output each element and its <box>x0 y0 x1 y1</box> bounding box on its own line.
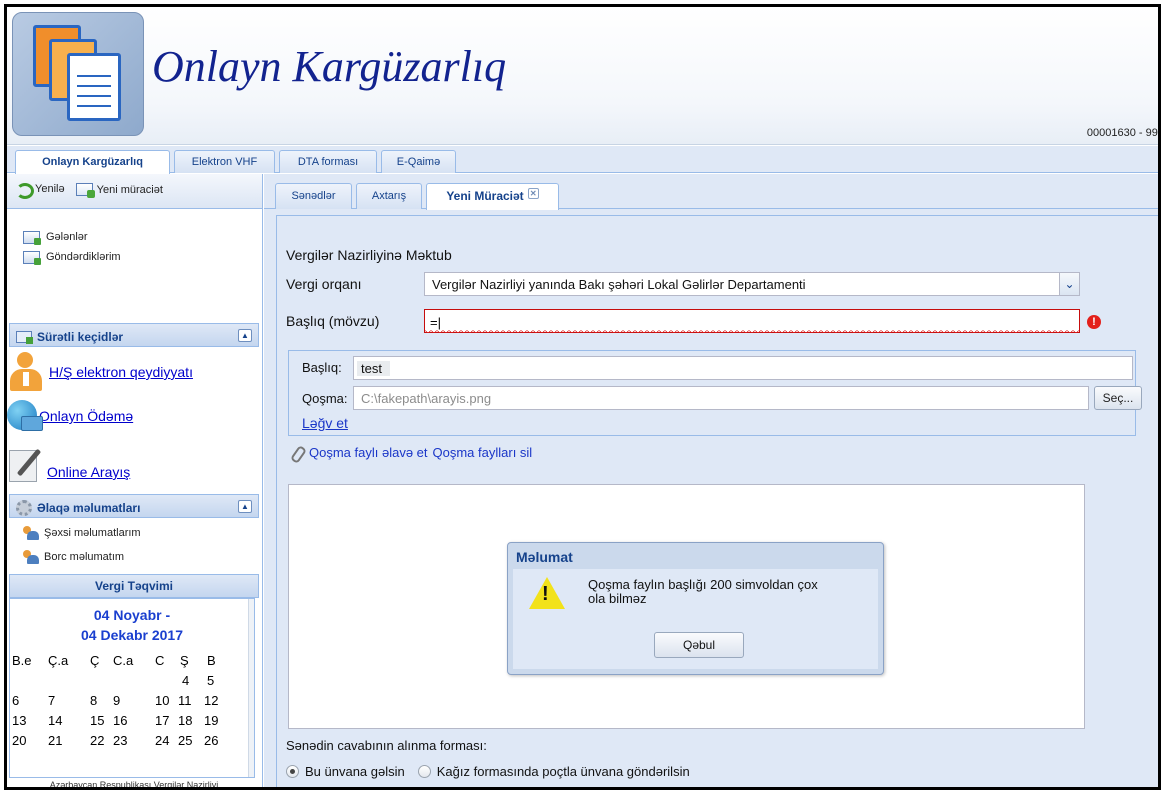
app-header: Onlayn Kargüzarlıq 00001630 - 990 <box>7 7 1161 145</box>
quick-links-header[interactable]: Sürətli keçidlər ▲ <box>9 323 259 347</box>
chevron-down-icon[interactable]: ⌄ <box>1059 273 1079 295</box>
tax-calendar-header: Vergi Təqvimi <box>9 574 259 598</box>
ok-button[interactable]: Qəbul <box>654 632 744 658</box>
sent-icon <box>23 250 41 265</box>
tab-axtaris[interactable]: Axtarış <box>356 183 422 209</box>
calendar-scrollbar[interactable] <box>248 599 254 777</box>
attachment-box: Başlıq: test Qoşma: C:\fakepath\arayis.p… <box>288 350 1142 436</box>
inbox-icon <box>23 230 41 245</box>
subject-input[interactable]: =| <box>424 309 1080 333</box>
contact-personal-info[interactable]: Şəxsi məlumatlarım <box>23 526 141 540</box>
reply-form-label: Sənədin cavabının alınma forması: <box>286 738 487 753</box>
attachment-title-field[interactable]: test <box>353 356 1133 380</box>
info-dialog: Məlumat ! Qoşma faylın başlığı 200 simvo… <box>507 542 884 675</box>
main-area: Sənədlər Axtarış Yeni Müraciət ✕ Vergilər… <box>264 174 1158 787</box>
app-window: Onlayn Kargüzarlıq 00001630 - 990 Onlayn… <box>4 4 1161 790</box>
folder-inbox[interactable]: Gələnlər <box>23 227 262 247</box>
new-mail-icon <box>75 183 95 198</box>
globe-card-icon <box>7 400 43 436</box>
dialog-title: Məlumat <box>516 549 573 565</box>
footer-note: Azərbaycan Respublikası Vergilər Nazirli… <box>49 780 219 790</box>
subject-label: Başlıq (mövzu) <box>286 313 380 329</box>
link-hs-registration[interactable]: H/Ş elektron qeydiyyatı <box>49 364 193 380</box>
dialog-body: ! Qoşma faylın başlığı 200 simvoldan çox… <box>513 569 878 669</box>
radio-postal-mail[interactable] <box>417 765 431 778</box>
calendar-week-2: 6 7 8 9 10 11 12 <box>12 693 219 708</box>
folder-sent[interactable]: Göndərdiklərim <box>23 247 262 267</box>
calendar-weekdays: B.e Ç.a Ç C.a C Ş B <box>12 653 216 668</box>
calendar-grid: B.e Ç.a Ç C.a C Ş B 4 5 6 7 8 9 10 11 12… <box>12 653 252 753</box>
attachment-file-label: Qoşma: <box>302 391 348 406</box>
calendar-week-1: 4 5 <box>182 673 215 688</box>
tax-office-label: Vergi orqanı <box>286 276 362 292</box>
cancel-attachment-link[interactable]: Ləğv et <box>302 415 348 431</box>
top-tab-bar: Onlayn Kargüzarlıq Elektron VHF DTA form… <box>7 146 1158 174</box>
new-request-button[interactable]: Yeni müraciət <box>75 183 163 198</box>
attachment-title-label: Başlıq: <box>302 360 342 375</box>
error-icon: ! <box>1087 315 1101 329</box>
calendar-range-end: 04 Dekabr 2017 <box>81 627 183 643</box>
tab-senedler[interactable]: Sənədlər <box>275 183 352 209</box>
collapse-contact-button[interactable]: ▲ <box>238 500 252 513</box>
pen-paper-icon <box>7 446 43 484</box>
tab-elektron-vhf[interactable]: Elektron VHF <box>174 150 275 173</box>
tax-office-select[interactable]: Vergilər Nazirliyi yanında Bakı şəhəri L… <box>424 272 1080 296</box>
dialog-message: Qoşma faylın başlığı 200 simvoldan çox o… <box>588 577 818 606</box>
user-id: 00001630 - 990 <box>1086 127 1161 139</box>
add-attachment-link[interactable]: Qoşma faylı əlavə et <box>309 445 428 460</box>
calendar-range-start: 04 Noyabr - <box>93 607 171 623</box>
attachment-file-field[interactable]: C:\fakepath\arayis.png <box>353 386 1089 410</box>
refresh-button[interactable]: Yenilə <box>15 182 65 199</box>
tab-yeni-muraciet[interactable]: Yeni Müraciət ✕ <box>426 183 559 210</box>
reply-options: Bu ünvana gəlsin Kağız formasında poçtla… <box>286 764 690 779</box>
shortcut-icon <box>16 331 33 344</box>
documents-logo-icon <box>12 12 144 136</box>
quick-link-registration: H/Ş elektron qeydiyyatı <box>7 352 193 392</box>
collapse-quick-links-button[interactable]: ▲ <box>238 329 252 342</box>
tab-dta-formasi[interactable]: DTA forması <box>279 150 377 173</box>
refresh-icon <box>15 182 34 199</box>
calendar-week-3: 13 14 15 16 17 18 19 <box>12 713 219 728</box>
left-panel: Yenilə Yeni müraciət Gələnlər Göndərdikl… <box>7 174 263 790</box>
quick-link-reference: Online Arayış <box>7 446 130 484</box>
message-editor[interactable]: Məlumat ! Qoşma faylın başlığı 200 simvo… <box>288 484 1085 729</box>
close-tab-icon[interactable]: ✕ <box>527 188 539 199</box>
users-icon <box>23 526 39 540</box>
users-icon <box>23 550 39 564</box>
sub-tab-bar: Sənədlər Axtarış Yeni Müraciət ✕ <box>264 174 1158 210</box>
radio-this-address[interactable] <box>286 765 299 778</box>
browse-button[interactable]: Seç... <box>1094 386 1142 410</box>
gear-icon <box>16 500 32 516</box>
tab-e-qaime[interactable]: E-Qaimə <box>381 150 456 173</box>
link-online-reference[interactable]: Online Arayış <box>47 464 130 480</box>
calendar-week-4: 20 21 22 23 24 25 26 <box>12 733 219 748</box>
app-title: Onlayn Kargüzarlıq <box>152 42 507 91</box>
quick-link-payment: Onlayn Ödəmə <box>7 400 133 436</box>
new-request-form: Vergilər Nazirliyinə Məktub Vergi orqanı… <box>276 215 1158 787</box>
folder-list: Gələnlər Göndərdiklərim <box>7 209 262 267</box>
left-toolbar: Yenilə Yeni müraciət <box>7 174 262 209</box>
person-icon <box>7 352 45 392</box>
contact-debt-info[interactable]: Borc məlumatım <box>23 550 124 564</box>
warning-mark: ! <box>542 583 549 605</box>
form-heading: Vergilər Nazirliyinə Məktub <box>286 247 452 263</box>
paperclip-icon <box>290 446 304 460</box>
attachment-actions: Qoşma faylı əlavə et Qoşma faylları sil <box>290 445 532 460</box>
tab-onlayn-karguzarliq[interactable]: Onlayn Kargüzarlıq <box>15 150 170 174</box>
tax-calendar: 04 Noyabr - 04 Dekabr 2017 B.e Ç.a Ç C.a… <box>9 598 255 778</box>
contact-header[interactable]: Əlaqə məlumatları ▲ <box>9 494 259 518</box>
remove-attachments-link[interactable]: Qoşma faylları sil <box>433 445 533 460</box>
link-online-payment[interactable]: Onlayn Ödəmə <box>39 408 133 424</box>
